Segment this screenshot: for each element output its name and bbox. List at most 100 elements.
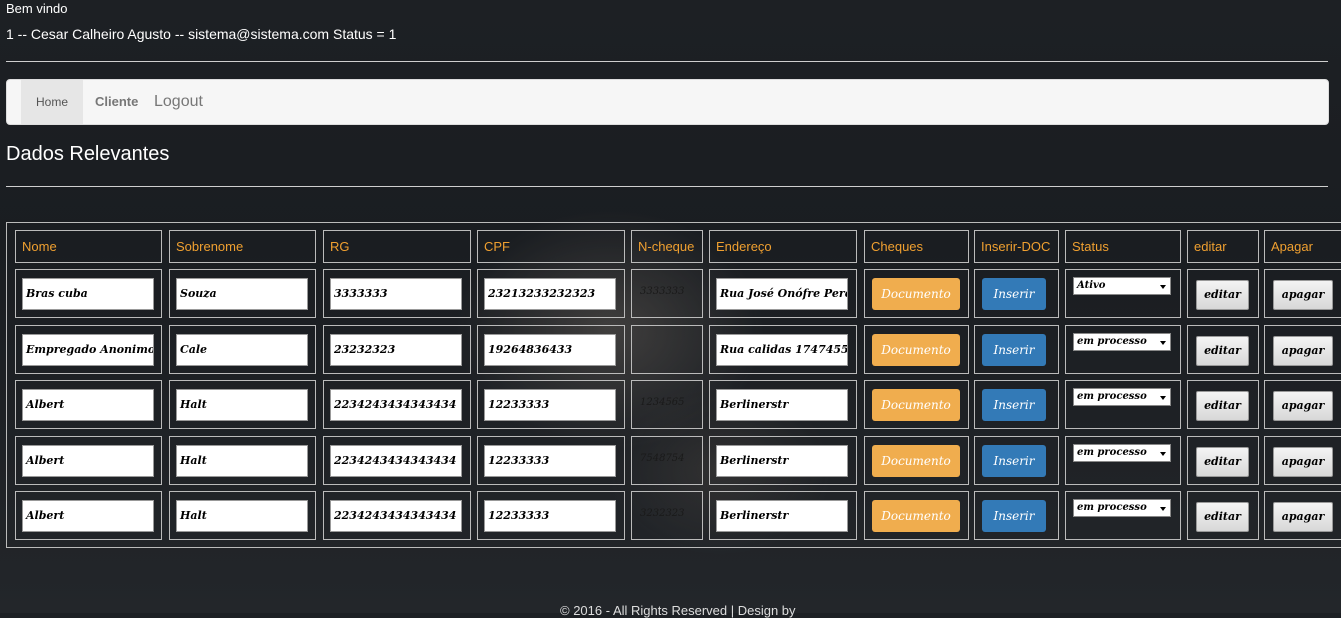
editar-button[interactable]: editar <box>1196 336 1249 366</box>
status-select[interactable]: Ativo <box>1073 277 1171 295</box>
header-cell: Apagar <box>1264 230 1341 263</box>
inserir-button[interactable]: Inserir <box>982 334 1046 366</box>
editar-button[interactable]: editar <box>1196 391 1249 421</box>
documento-button[interactable]: Documento <box>872 445 960 477</box>
nome-input[interactable]: Albert <box>22 445 154 477</box>
header-cell: Sobrenome <box>169 230 316 263</box>
endereco-input[interactable]: Rua José Onófre Pereira <box>716 278 848 310</box>
cpf-input[interactable]: 19264836433 <box>484 334 616 366</box>
table-cell: Albert <box>15 380 162 429</box>
header-inserir-doc: Inserir-DOC <box>981 239 1051 254</box>
apagar-button[interactable]: apagar <box>1273 502 1333 532</box>
endereco-input[interactable]: Berlinerstr <box>716 500 848 532</box>
header-cell: Status <box>1065 230 1181 263</box>
endereco-input[interactable]: Berlinerstr <box>716 445 848 477</box>
table-cell: Halt <box>169 380 316 429</box>
table-cell: 12233333 <box>477 380 625 429</box>
documento-button[interactable]: Documento <box>872 389 960 421</box>
table-cell: 12233333 <box>477 436 625 485</box>
editar-button[interactable]: editar <box>1196 280 1249 310</box>
table-cell: Inserir <box>974 269 1059 318</box>
table-cell: Berlinerstr <box>709 380 857 429</box>
divider <box>6 186 1328 187</box>
status-select[interactable]: em processo <box>1073 333 1171 351</box>
navbar: Home Cliente Logout <box>6 79 1329 125</box>
rg-input[interactable]: 2234243434343434 <box>330 500 462 532</box>
footer-text: © 2016 - All Rights Reserved | Design by <box>560 603 796 618</box>
header-editar: editar <box>1194 239 1227 254</box>
nome-input[interactable]: Bras cuba <box>22 278 154 310</box>
nome-input[interactable]: Albert <box>22 389 154 421</box>
header-cell: Inserir-DOC <box>974 230 1059 263</box>
table-cell: editar <box>1187 325 1259 374</box>
sobrenome-input[interactable]: Halt <box>176 389 308 421</box>
ncheque-value: 3232323 <box>640 508 685 519</box>
inserir-button[interactable]: Inserir <box>982 278 1046 310</box>
header-cell: RG <box>323 230 471 263</box>
header-rg: RG <box>330 239 350 254</box>
table-cell: Bras cuba <box>15 269 162 318</box>
rg-input[interactable]: 23232323 <box>330 334 462 366</box>
table-cell: Documento <box>864 380 969 429</box>
sobrenome-input[interactable]: Souza <box>176 278 308 310</box>
endereco-input[interactable]: Rua calidas 174745555 <box>716 334 848 366</box>
editar-button[interactable]: editar <box>1196 447 1249 477</box>
apagar-button[interactable]: apagar <box>1273 336 1333 366</box>
header-sobrenome: Sobrenome <box>176 239 244 254</box>
table-cell: 3232323 <box>631 491 703 540</box>
table-cell <box>631 325 703 374</box>
endereco-input[interactable]: Berlinerstr <box>716 389 848 421</box>
nav-home[interactable]: Home <box>21 80 83 124</box>
table-cell: apagar <box>1264 436 1341 485</box>
nome-input[interactable]: Empregado Anonimo <box>22 334 154 366</box>
table-cell: Cale <box>169 325 316 374</box>
rg-input[interactable]: 2234243434343434 <box>330 445 462 477</box>
documento-button[interactable]: Documento <box>872 500 960 532</box>
cpf-input[interactable]: 12233333 <box>484 389 616 421</box>
status-select[interactable]: em processo <box>1073 388 1171 406</box>
header-cheques: Cheques <box>871 239 924 254</box>
ncheque-value: 7548754 <box>640 453 685 464</box>
status-value: em processo <box>1077 336 1147 347</box>
status-select[interactable]: em processo <box>1073 499 1171 517</box>
header-apagar: Apagar <box>1271 239 1313 254</box>
table-cell: em processo <box>1065 325 1181 374</box>
apagar-button[interactable]: apagar <box>1273 447 1333 477</box>
sobrenome-input[interactable]: Halt <box>176 445 308 477</box>
inserir-button[interactable]: Inserir <box>982 445 1046 477</box>
table-cell: apagar <box>1264 325 1341 374</box>
sobrenome-input[interactable]: Halt <box>176 500 308 532</box>
apagar-button[interactable]: apagar <box>1273 391 1333 421</box>
apagar-button[interactable]: apagar <box>1273 280 1333 310</box>
chevron-down-icon <box>1160 341 1166 345</box>
cpf-input[interactable]: 23213233232323 <box>484 278 616 310</box>
cpf-input[interactable]: 12233333 <box>484 500 616 532</box>
status-select[interactable]: em processo <box>1073 444 1171 462</box>
cpf-input[interactable]: 12233333 <box>484 445 616 477</box>
clients-table: Nome Sobrenome RG CPF N-cheque Endereço Cheque… <box>6 222 1341 548</box>
rg-input[interactable]: 3333333 <box>330 278 462 310</box>
documento-button[interactable]: Documento <box>872 278 960 310</box>
table-cell: apagar <box>1264 491 1341 540</box>
header-cell: Nome <box>15 230 162 263</box>
header-endereco: Endereço <box>716 239 772 254</box>
editar-button[interactable]: editar <box>1196 502 1249 532</box>
table-cell: 12233333 <box>477 491 625 540</box>
sobrenome-input[interactable]: Cale <box>176 334 308 366</box>
divider <box>6 61 1328 62</box>
page-title: Dados Relevantes <box>6 143 170 165</box>
inserir-button[interactable]: Inserir <box>982 389 1046 421</box>
chevron-down-icon <box>1160 507 1166 511</box>
table-cell: editar <box>1187 380 1259 429</box>
table-cell: apagar <box>1264 269 1341 318</box>
nav-cliente[interactable]: Cliente <box>95 80 138 124</box>
nav-logout[interactable]: Logout <box>154 80 203 124</box>
table-cell: Rua José Onófre Pereira <box>709 269 857 318</box>
table-cell: Inserir <box>974 325 1059 374</box>
nome-input[interactable]: Albert <box>22 500 154 532</box>
inserir-button[interactable]: Inserir <box>982 500 1046 532</box>
documento-button[interactable]: Documento <box>872 334 960 366</box>
rg-input[interactable]: 2234243434343434 <box>330 389 462 421</box>
header-cell: CPF <box>477 230 625 263</box>
table-cell: 23232323 <box>323 325 471 374</box>
